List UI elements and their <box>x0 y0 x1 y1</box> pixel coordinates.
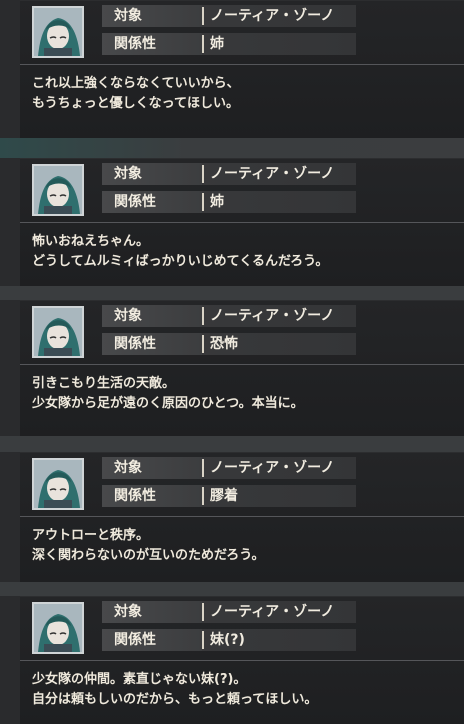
row-separator <box>202 603 204 621</box>
relation-description: 引きこもり生活の天敵。 少女隊から足が遠のく原因のひとつ。本当に。 <box>32 374 452 414</box>
target-row: 対象 ノーティア・ゾーノ <box>102 163 356 185</box>
relation-card[interactable]: 対象 ノーティア・ゾーノ 関係性 恐怖 引きこもり生活の天敵。 少女隊から足が遠… <box>20 300 464 436</box>
card-header: 対象 ノーティア・ゾーノ 関係性 姉 <box>20 0 464 58</box>
target-row: 対象 ノーティア・ゾーノ <box>102 5 356 27</box>
relation-description: これ以上強くならなくていいから、 もうちょっと優しくなってほしい。 <box>32 74 452 114</box>
target-value: ノーティア・ゾーノ <box>210 604 335 620</box>
target-label: 対象 <box>102 305 202 327</box>
relation-value: 姉 <box>210 36 224 52</box>
card-header: 対象 ノーティア・ゾーノ 関係性 恐怖 <box>20 300 464 358</box>
description-line: 自分は頼もしいのだから、もっと頼ってほしい。 <box>32 692 318 707</box>
relation-value: 膠着 <box>210 488 238 504</box>
relation-label: 関係性 <box>102 191 202 213</box>
description-line: 引きこもり生活の天敵。 <box>32 376 176 391</box>
relation-description: アウトローと秩序。 深く関わらないのが互いのためだろう。 <box>32 526 452 566</box>
target-label: 対象 <box>102 601 202 623</box>
card-header: 対象 ノーティア・ゾーノ 関係性 姉 <box>20 158 464 216</box>
relation-value: 姉 <box>210 194 224 210</box>
target-label: 対象 <box>102 5 202 27</box>
card-header: 対象 ノーティア・ゾーノ 関係性 膠着 <box>20 452 464 510</box>
target-value: ノーティア・ゾーノ <box>210 308 335 324</box>
row-separator <box>202 487 204 505</box>
character-portrait-icon <box>32 6 84 58</box>
character-portrait-icon <box>32 458 84 510</box>
relation-row: 関係性 姉 <box>102 191 356 213</box>
description-line: 少女隊の仲間。素直じゃない妹(?)。 <box>32 672 247 687</box>
card-divider <box>20 64 464 65</box>
card-divider <box>20 222 464 223</box>
background-strip <box>0 138 464 158</box>
target-label: 対象 <box>102 163 202 185</box>
card-divider <box>20 660 464 661</box>
relation-row: 関係性 妹(?) <box>102 629 356 651</box>
relation-description: 怖いおねえちゃん。 どうしてムルミィばっかりいじめてくるんだろう。 <box>32 232 452 272</box>
target-value: ノーティア・ゾーノ <box>210 8 335 24</box>
relation-card[interactable]: 対象 ノーティア・ゾーノ 関係性 膠着 アウトローと秩序。 深く関わらないのが互… <box>20 452 464 582</box>
relation-label: 関係性 <box>102 485 202 507</box>
target-row: 対象 ノーティア・ゾーノ <box>102 601 356 623</box>
target-label: 対象 <box>102 457 202 479</box>
background-strip <box>0 436 464 452</box>
description-line: 深く関わらないのが互いのためだろう。 <box>32 548 265 563</box>
row-separator <box>202 165 204 183</box>
relation-value: 妹(?) <box>210 632 245 648</box>
description-line: 怖いおねえちゃん。 <box>32 234 150 249</box>
target-row: 対象 ノーティア・ゾーノ <box>102 457 356 479</box>
row-separator <box>202 307 204 325</box>
card-divider <box>20 364 464 365</box>
target-value: ノーティア・ゾーノ <box>210 166 335 182</box>
relation-row: 関係性 膠着 <box>102 485 356 507</box>
background-strip <box>0 582 464 596</box>
card-divider <box>20 516 464 517</box>
row-separator <box>202 35 204 53</box>
character-portrait-icon <box>32 602 84 654</box>
description-line: アウトローと秩序。 <box>32 528 150 543</box>
target-row: 対象 ノーティア・ゾーノ <box>102 305 356 327</box>
description-line: どうしてムルミィばっかりいじめてくるんだろう。 <box>32 254 329 269</box>
row-separator <box>202 335 204 353</box>
relation-label: 関係性 <box>102 33 202 55</box>
row-separator <box>202 631 204 649</box>
relation-card[interactable]: 対象 ノーティア・ゾーノ 関係性 姉 怖いおねえちゃん。 どうしてムルミィばっか… <box>20 158 464 286</box>
row-separator <box>202 7 204 25</box>
relation-label: 関係性 <box>102 333 202 355</box>
relation-row: 関係性 姉 <box>102 33 356 55</box>
relation-card[interactable]: 対象 ノーティア・ゾーノ 関係性 姉 これ以上強くならなくていいから、 もうちょ… <box>20 0 464 138</box>
relation-label: 関係性 <box>102 629 202 651</box>
description-line: これ以上強くならなくていいから、 <box>32 76 240 91</box>
character-portrait-icon <box>32 306 84 358</box>
description-line: 少女隊から足が遠のく原因のひとつ。本当に。 <box>32 396 304 411</box>
description-line: もうちょっと優しくなってほしい。 <box>32 96 239 111</box>
relation-description: 少女隊の仲間。素直じゃない妹(?)。 自分は頼もしいのだから、もっと頼ってほしい… <box>32 670 452 710</box>
row-separator <box>202 193 204 211</box>
relation-row: 関係性 恐怖 <box>102 333 356 355</box>
card-header: 対象 ノーティア・ゾーノ 関係性 妹(?) <box>20 596 464 654</box>
relation-value: 恐怖 <box>210 336 238 352</box>
relation-card[interactable]: 対象 ノーティア・ゾーノ 関係性 妹(?) 少女隊の仲間。素直じゃない妹(?)。… <box>20 596 464 724</box>
row-separator <box>202 459 204 477</box>
character-portrait-icon <box>32 164 84 216</box>
target-value: ノーティア・ゾーノ <box>210 460 335 476</box>
background-strip <box>0 286 464 300</box>
